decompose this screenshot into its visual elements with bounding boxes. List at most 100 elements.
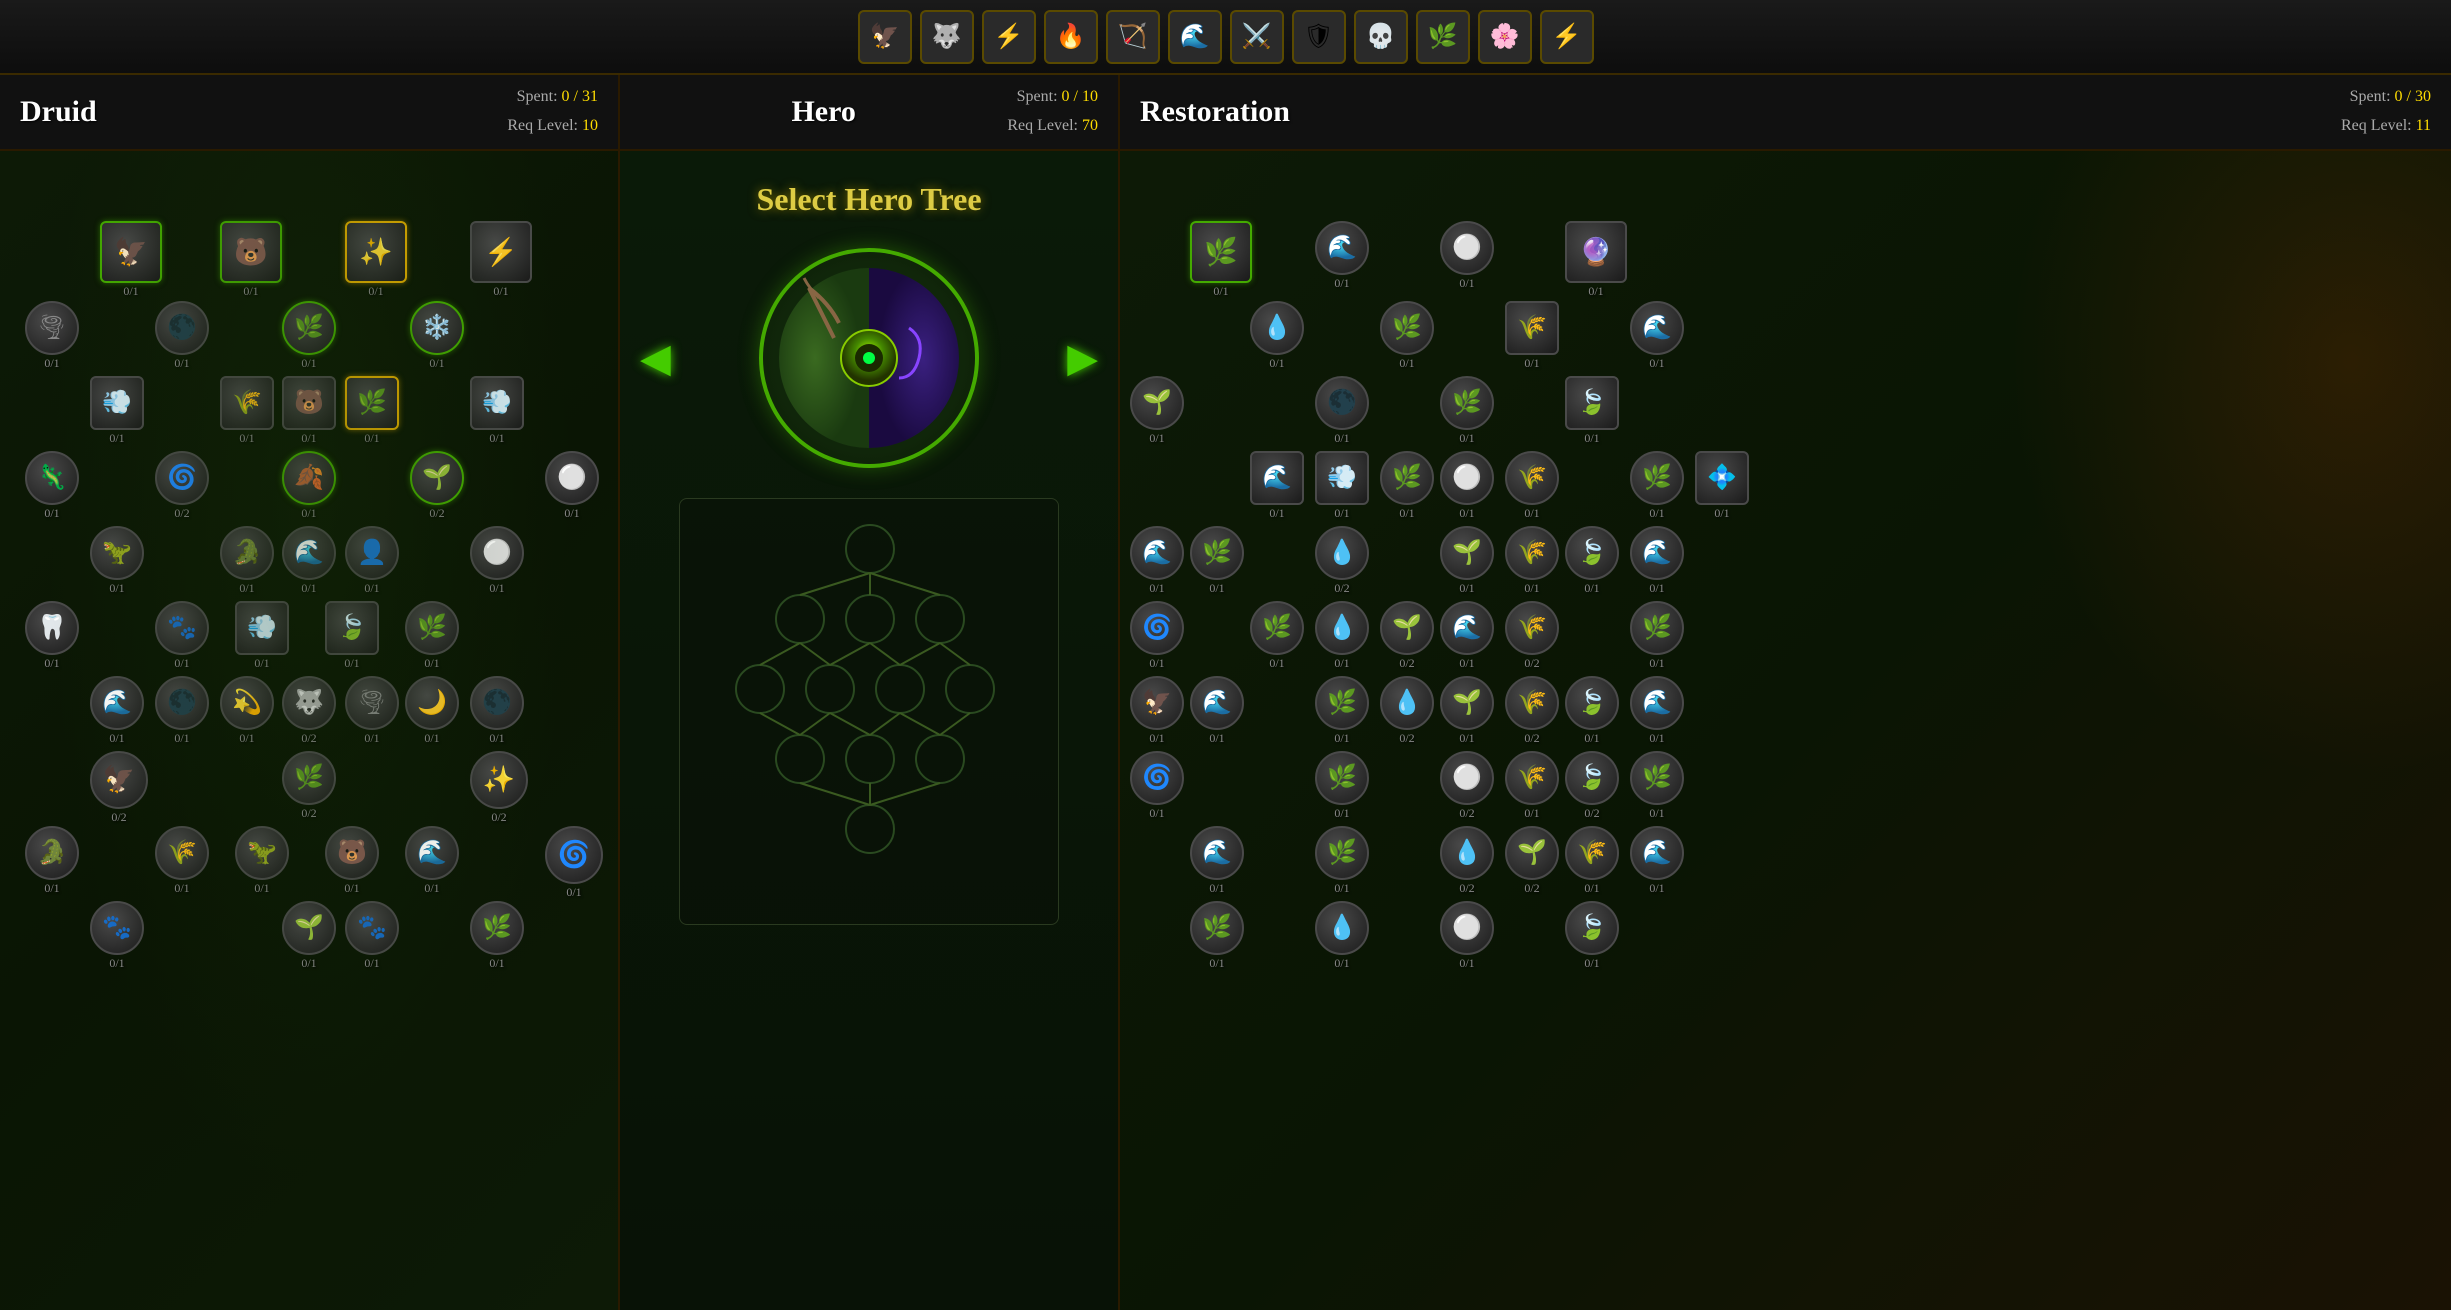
tb8[interactable]: 🛡 [1292, 10, 1346, 64]
talent-node-38[interactable]: 🐊0/1 [25, 826, 79, 896]
talent-node-56[interactable]: 🍃0/1 [1565, 901, 1619, 971]
talent-node-11[interactable]: 🍃0/1 [1565, 376, 1619, 446]
talent-node-52[interactable]: 🌊0/1 [1630, 826, 1684, 896]
talent-node-40[interactable]: 🦖0/1 [235, 826, 289, 896]
talent-node-25[interactable]: 🌊0/1 [1630, 526, 1684, 596]
talent-node-2[interactable]: ⚪0/1 [1440, 221, 1494, 291]
talent-node-46[interactable]: 🐾0/1 [345, 901, 399, 971]
talent-node-41[interactable]: 🌀0/1 [1130, 751, 1184, 821]
talent-node-17[interactable]: ⚪0/1 [545, 451, 599, 521]
talent-node-12[interactable]: 💨0/1 [470, 376, 524, 446]
talent-node-4[interactable]: 💧0/1 [1250, 301, 1304, 371]
talent-node-16[interactable]: 🌾0/1 [1505, 451, 1559, 521]
talent-node-26[interactable]: 🍃0/1 [325, 601, 379, 671]
talent-node-46[interactable]: 🌿0/1 [1630, 751, 1684, 821]
talent-node-2[interactable]: ✨0/1 [345, 221, 407, 299]
talent-node-15[interactable]: 🍂0/1 [282, 451, 336, 521]
talent-node-0[interactable]: 🦅0/1 [100, 221, 162, 299]
talent-node-3[interactable]: 🔮0/1 [1565, 221, 1627, 299]
hero-arrow-left[interactable]: ◀ [640, 334, 671, 381]
talent-node-38[interactable]: 🌾0/2 [1505, 676, 1559, 746]
talent-node-8[interactable]: 💨0/1 [90, 376, 144, 446]
talent-node-27[interactable]: 🌿0/1 [1250, 601, 1304, 671]
tb9[interactable]: 💀 [1354, 10, 1408, 64]
talent-node-15[interactable]: ⚪0/1 [1440, 451, 1494, 521]
talent-node-16[interactable]: 🌱0/2 [410, 451, 464, 521]
talent-node-22[interactable]: ⚪0/1 [470, 526, 524, 596]
talent-node-48[interactable]: 🌿0/1 [1315, 826, 1369, 896]
talent-node-45[interactable]: 🍃0/2 [1565, 751, 1619, 821]
talent-node-31[interactable]: 🐺0/2 [282, 676, 336, 746]
talent-node-36[interactable]: 💧0/2 [1380, 676, 1434, 746]
talent-node-53[interactable]: 🌿0/1 [1190, 901, 1244, 971]
talent-node-0[interactable]: 🌿0/1 [1190, 221, 1252, 299]
talent-node-6[interactable]: 🌿0/1 [282, 301, 336, 371]
talent-node-39[interactable]: 🌾0/1 [155, 826, 209, 896]
talent-node-7[interactable]: ❄️0/1 [410, 301, 464, 371]
talent-node-29[interactable]: 🌱0/2 [1380, 601, 1434, 671]
talent-node-42[interactable]: 🌊0/1 [405, 826, 459, 896]
talent-node-28[interactable]: 🌊0/1 [90, 676, 144, 746]
tb11[interactable]: 🌸 [1478, 10, 1532, 64]
talent-node-37[interactable]: 🌱0/1 [1440, 676, 1494, 746]
talent-node-18[interactable]: 🦖0/1 [90, 526, 144, 596]
talent-node-10[interactable]: 🐻0/1 [282, 376, 336, 446]
talent-node-54[interactable]: 💧0/1 [1315, 901, 1369, 971]
talent-node-40[interactable]: 🌊0/1 [1630, 676, 1684, 746]
talent-node-47[interactable]: 🌊0/1 [1190, 826, 1244, 896]
talent-node-32[interactable]: 🌿0/1 [1630, 601, 1684, 671]
talent-node-10[interactable]: 🌿0/1 [1440, 376, 1494, 446]
talent-node-20[interactable]: 🌿0/1 [1190, 526, 1244, 596]
hero-arrow-right[interactable]: ▶ [1067, 334, 1098, 381]
talent-node-1[interactable]: 🌊0/1 [1315, 221, 1369, 291]
talent-node-7[interactable]: 🌊0/1 [1630, 301, 1684, 371]
talent-node-45[interactable]: 🌱0/1 [282, 901, 336, 971]
talent-node-24[interactable]: 🍃0/1 [1565, 526, 1619, 596]
tb1[interactable]: 🦅 [858, 10, 912, 64]
talent-node-13[interactable]: 🦎0/1 [25, 451, 79, 521]
talent-node-55[interactable]: ⚪0/1 [1440, 901, 1494, 971]
tb10[interactable]: 🌿 [1416, 10, 1470, 64]
talent-node-32[interactable]: 🌪0/1 [345, 676, 399, 746]
talent-node-12[interactable]: 🌊0/1 [1250, 451, 1304, 521]
talent-node-24[interactable]: 🐾0/1 [155, 601, 209, 671]
talent-node-50[interactable]: 🌱0/2 [1505, 826, 1559, 896]
talent-node-14[interactable]: 🌿0/1 [1380, 451, 1434, 521]
talent-node-44[interactable]: 🌾0/1 [1505, 751, 1559, 821]
talent-node-14[interactable]: 🌀0/2 [155, 451, 209, 521]
talent-node-29[interactable]: 🌑0/1 [155, 676, 209, 746]
talent-node-42[interactable]: 🌿0/1 [1315, 751, 1369, 821]
tb4[interactable]: 🔥 [1044, 10, 1098, 64]
talent-node-41[interactable]: 🐻0/1 [325, 826, 379, 896]
talent-node-22[interactable]: 🌱0/1 [1440, 526, 1494, 596]
talent-node-30[interactable]: 💫0/1 [220, 676, 274, 746]
talent-node-43[interactable]: 🌀0/1 [545, 826, 603, 900]
tb3[interactable]: ⚡ [982, 10, 1036, 64]
talent-node-30[interactable]: 🌊0/1 [1440, 601, 1494, 671]
talent-node-44[interactable]: 🐾0/1 [90, 901, 144, 971]
talent-node-49[interactable]: 💧0/2 [1440, 826, 1494, 896]
talent-node-20[interactable]: 🌊0/1 [282, 526, 336, 596]
tb5[interactable]: 🏹 [1106, 10, 1160, 64]
talent-node-19[interactable]: 🌊0/1 [1130, 526, 1184, 596]
talent-node-43[interactable]: ⚪0/2 [1440, 751, 1494, 821]
talent-node-47[interactable]: 🌿0/1 [470, 901, 524, 971]
talent-node-8[interactable]: 🌱0/1 [1130, 376, 1184, 446]
talent-node-34[interactable]: 🌊0/1 [1190, 676, 1244, 746]
talent-node-28[interactable]: 💧0/1 [1315, 601, 1369, 671]
talent-node-9[interactable]: 🌑0/1 [1315, 376, 1369, 446]
talent-node-9[interactable]: 🌾0/1 [220, 376, 274, 446]
tb2[interactable]: 🐺 [920, 10, 974, 64]
tb6[interactable]: 🌊 [1168, 10, 1222, 64]
talent-node-51[interactable]: 🌾0/1 [1565, 826, 1619, 896]
tb7[interactable]: ⚔️ [1230, 10, 1284, 64]
tb12[interactable]: ⚡ [1540, 10, 1594, 64]
talent-node-1[interactable]: 🐻0/1 [220, 221, 282, 299]
talent-node-4[interactable]: 🌪0/1 [25, 301, 79, 371]
talent-node-5[interactable]: 🌑0/1 [155, 301, 209, 371]
talent-node-34[interactable]: 🌑0/1 [470, 676, 524, 746]
talent-node-17[interactable]: 🌿0/1 [1630, 451, 1684, 521]
talent-node-39[interactable]: 🍃0/1 [1565, 676, 1619, 746]
talent-node-25[interactable]: 💨0/1 [235, 601, 289, 671]
talent-node-6[interactable]: 🌾0/1 [1505, 301, 1559, 371]
